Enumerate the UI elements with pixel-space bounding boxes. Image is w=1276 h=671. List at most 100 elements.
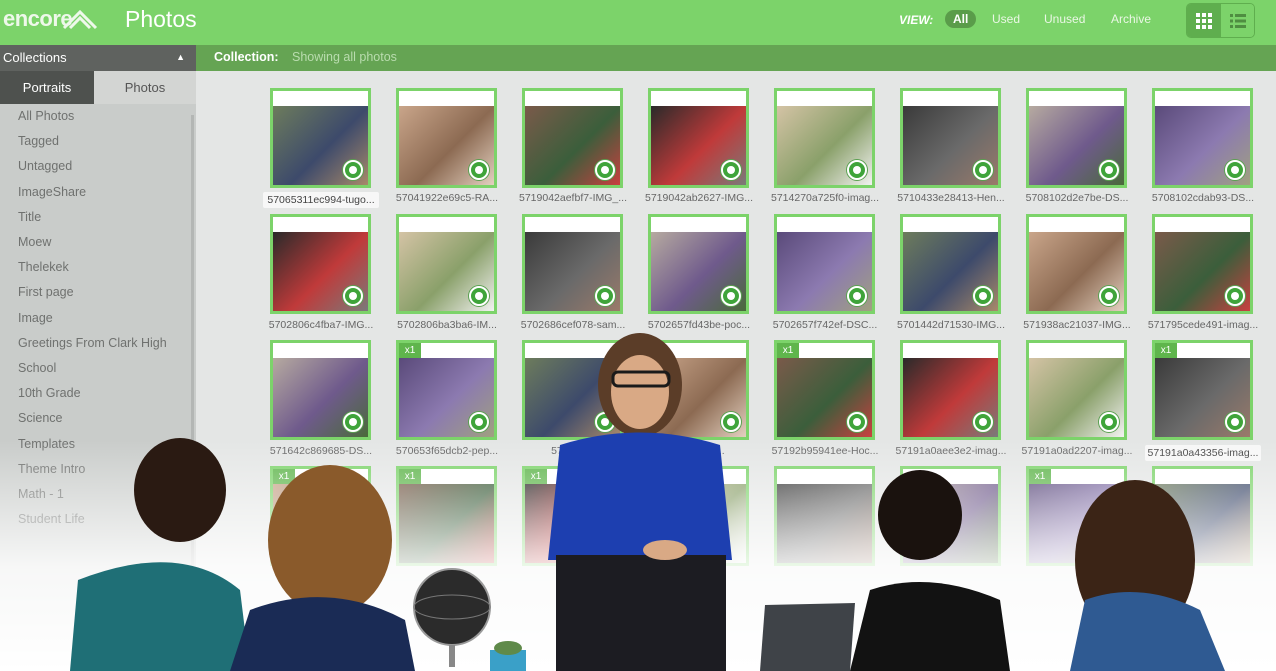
photo-tile[interactable] bbox=[396, 88, 497, 188]
selected-check-icon[interactable] bbox=[847, 286, 867, 306]
photo-tile[interactable] bbox=[270, 340, 371, 440]
photo-tile[interactable] bbox=[900, 466, 1001, 566]
photo-caption: 571938ac21037-IMG... bbox=[1023, 319, 1131, 331]
sidebar-item-student-life[interactable]: Student Life bbox=[18, 512, 85, 526]
selected-check-icon[interactable] bbox=[847, 412, 867, 432]
selected-check-icon[interactable] bbox=[595, 412, 615, 432]
selected-check-icon[interactable] bbox=[721, 160, 741, 180]
sidebar-item-untagged[interactable]: Untagged bbox=[18, 159, 72, 173]
photo-tile[interactable] bbox=[900, 340, 1001, 440]
collection-value: Showing all photos bbox=[292, 50, 397, 64]
selected-check-icon[interactable] bbox=[595, 160, 615, 180]
photo-tile[interactable]: x1 bbox=[1152, 340, 1253, 440]
photo-caption: 5708102cdab93-DS... bbox=[1151, 192, 1255, 204]
sidebar-item-templates[interactable]: Templates bbox=[18, 437, 75, 451]
caret-up-icon[interactable]: ▲ bbox=[176, 52, 185, 62]
photo-tile[interactable]: x1 bbox=[396, 340, 497, 440]
list-view-button[interactable] bbox=[1221, 4, 1254, 37]
selected-check-icon[interactable] bbox=[1099, 160, 1119, 180]
selected-check-icon[interactable] bbox=[973, 286, 993, 306]
photo-tile[interactable] bbox=[774, 466, 875, 566]
view-filter-all[interactable]: All bbox=[945, 10, 977, 28]
photo-tile[interactable] bbox=[1152, 466, 1253, 566]
photo-tile[interactable] bbox=[900, 88, 1001, 188]
photo-tile[interactable] bbox=[270, 214, 371, 314]
photo-tile[interactable]: x1 bbox=[270, 466, 371, 566]
sidebar-item-math-1[interactable]: Math - 1 bbox=[18, 487, 64, 501]
photo-tile[interactable]: x1 bbox=[1026, 466, 1127, 566]
sidebar-item-title[interactable]: Title bbox=[18, 210, 41, 224]
photo-caption: 57065311ec994-tugo... bbox=[263, 192, 379, 208]
photo-grid: 57065311ec994-tugo... 57041922e69c5-RA...… bbox=[196, 71, 1276, 671]
sidebar-item-first-page[interactable]: First page bbox=[18, 285, 74, 299]
photo-tile[interactable] bbox=[774, 88, 875, 188]
selected-check-icon[interactable] bbox=[469, 286, 489, 306]
photo-thumbnail bbox=[399, 484, 494, 563]
selected-check-icon[interactable] bbox=[847, 160, 867, 180]
photo-tile[interactable]: x1 bbox=[774, 340, 875, 440]
photo-tile[interactable] bbox=[648, 214, 749, 314]
app-header: encore Photos VIEW: All Used Unused Arch… bbox=[0, 0, 1276, 45]
photo-tile[interactable] bbox=[270, 88, 371, 188]
photo-tile[interactable] bbox=[1026, 214, 1127, 314]
photo-caption: 57191a0aee3e2-imag... bbox=[895, 445, 1007, 457]
photo-tile[interactable] bbox=[522, 214, 623, 314]
selected-check-icon[interactable] bbox=[595, 286, 615, 306]
sidebar-item-theme-intro[interactable]: Theme Intro bbox=[18, 462, 85, 476]
selected-check-icon[interactable] bbox=[343, 160, 363, 180]
selected-check-icon[interactable] bbox=[973, 160, 993, 180]
sidebar-item-science[interactable]: Science bbox=[18, 411, 62, 425]
view-filter-archive[interactable]: Archive bbox=[1111, 12, 1151, 26]
photo-thumbnail bbox=[903, 484, 998, 563]
sidebar-item-moew[interactable]: Moew bbox=[18, 235, 51, 249]
photo-tile[interactable] bbox=[1152, 214, 1253, 314]
photo-caption: 5719042ab2627-IMG... bbox=[645, 192, 753, 204]
selected-check-icon[interactable] bbox=[721, 286, 741, 306]
sidebar-item-imageshare[interactable]: ImageShare bbox=[18, 185, 86, 199]
selected-check-icon[interactable] bbox=[343, 412, 363, 432]
photo-tile[interactable] bbox=[522, 340, 623, 440]
selected-check-icon[interactable] bbox=[973, 412, 993, 432]
selected-check-icon[interactable] bbox=[721, 412, 741, 432]
sidebar-item-10th-grade[interactable]: 10th Grade bbox=[18, 386, 81, 400]
photo-caption: 5701442d71530-IMG... bbox=[897, 319, 1005, 331]
photo-tile[interactable] bbox=[396, 214, 497, 314]
sidebar-item-greetings-from-clark-high[interactable]: Greetings From Clark High bbox=[18, 336, 167, 350]
view-filter-unused[interactable]: Unused bbox=[1044, 12, 1085, 26]
photo-tile[interactable] bbox=[522, 88, 623, 188]
photo-tile[interactable] bbox=[648, 88, 749, 188]
photo-tile[interactable]: x1 bbox=[396, 466, 497, 566]
sidebar-item-thelekek[interactable]: Thelekek bbox=[18, 260, 69, 274]
tab-photos[interactable]: Photos bbox=[94, 71, 196, 104]
grid-view-button[interactable] bbox=[1187, 4, 1221, 37]
view-filter-used[interactable]: Used bbox=[992, 12, 1020, 26]
selected-check-icon[interactable] bbox=[1225, 286, 1245, 306]
collections-header[interactable]: Collections ▲ bbox=[0, 45, 196, 71]
sidebar-item-image[interactable]: Image bbox=[18, 311, 53, 325]
sidebar-item-tagged[interactable]: Tagged bbox=[18, 134, 59, 148]
photo-tile[interactable] bbox=[774, 214, 875, 314]
sidebar-item-all-photos[interactable]: All Photos bbox=[18, 109, 74, 123]
usage-count-badge: x1 bbox=[1155, 343, 1177, 358]
sidebar-scrollbar[interactable] bbox=[191, 115, 194, 615]
photo-caption: 5702686cef078-sam... bbox=[520, 319, 626, 331]
photo-tile[interactable] bbox=[648, 466, 749, 566]
photo-tile[interactable] bbox=[1152, 88, 1253, 188]
list-icon bbox=[1230, 13, 1246, 28]
photo-thumbnail bbox=[525, 484, 620, 563]
photo-tile[interactable] bbox=[900, 214, 1001, 314]
photo-tile[interactable]: x1 bbox=[522, 466, 623, 566]
photo-tile[interactable] bbox=[1026, 88, 1127, 188]
photo-tile[interactable] bbox=[648, 340, 749, 440]
selected-check-icon[interactable] bbox=[469, 412, 489, 432]
sidebar-item-school[interactable]: School bbox=[18, 361, 56, 375]
selected-check-icon[interactable] bbox=[1225, 412, 1245, 432]
selected-check-icon[interactable] bbox=[1225, 160, 1245, 180]
selected-check-icon[interactable] bbox=[1099, 286, 1119, 306]
selected-check-icon[interactable] bbox=[1099, 412, 1119, 432]
tab-portraits[interactable]: Portraits bbox=[0, 71, 94, 104]
photo-tile[interactable] bbox=[1026, 340, 1127, 440]
view-label: VIEW: bbox=[899, 13, 934, 27]
selected-check-icon[interactable] bbox=[343, 286, 363, 306]
selected-check-icon[interactable] bbox=[469, 160, 489, 180]
